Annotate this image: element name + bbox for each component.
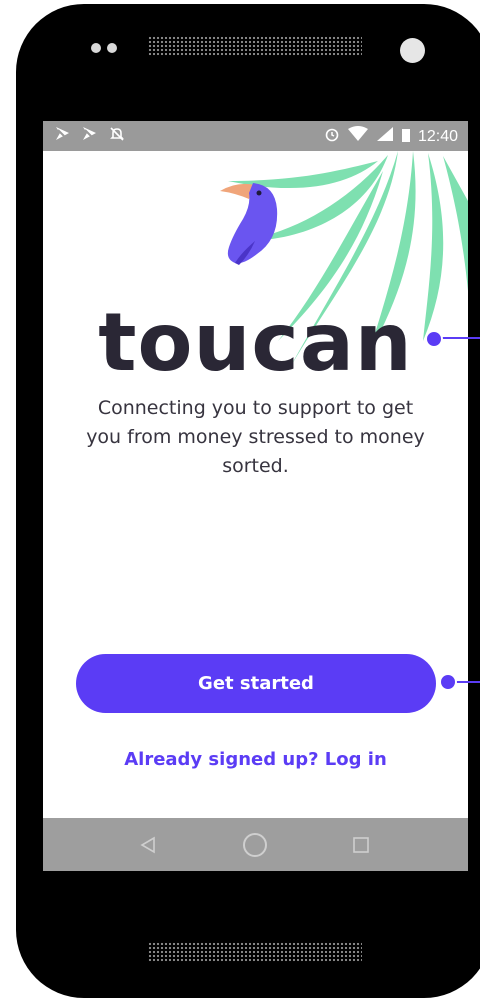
- status-bar: 12:40: [43, 121, 468, 151]
- status-right-icons: 12:40: [324, 126, 458, 148]
- toucan-bird-icon: [220, 183, 278, 265]
- alarm-icon: [324, 126, 340, 148]
- callout-dot-button: [439, 673, 457, 691]
- sensor-dot: [91, 43, 101, 53]
- home-circle-icon: [243, 832, 267, 857]
- notification-icon: [82, 126, 97, 148]
- notification-icon: [55, 126, 70, 148]
- phone-frame: 12:40 toucan Connecting you to support t…: [16, 4, 480, 998]
- recents-button[interactable]: [331, 818, 391, 871]
- get-started-button[interactable]: Get started: [76, 654, 436, 713]
- top-speaker-grille: [148, 36, 362, 56]
- home-button[interactable]: [225, 818, 285, 871]
- app-screen: 12:40 toucan Connecting you to support t…: [43, 121, 468, 871]
- callout-line-button: [456, 681, 480, 683]
- status-time: 12:40: [417, 128, 458, 145]
- alarm-off-icon: [109, 126, 125, 148]
- wifi-icon: [347, 126, 368, 148]
- front-camera: [400, 38, 425, 63]
- sensor-dot: [107, 43, 117, 53]
- status-left-icons: [55, 126, 125, 148]
- login-link[interactable]: Already signed up? Log in: [43, 749, 468, 770]
- battery-icon: [401, 126, 410, 148]
- recents-square-icon: [353, 836, 369, 853]
- signal-icon: [376, 126, 394, 148]
- android-nav-bar: [43, 818, 468, 871]
- brand-wordmark: toucan: [98, 296, 413, 389]
- back-triangle-icon: [140, 836, 155, 853]
- tagline-text: Connecting you to support to get you fro…: [86, 397, 425, 477]
- bottom-speaker-grille: [148, 942, 362, 962]
- back-button[interactable]: [118, 818, 178, 871]
